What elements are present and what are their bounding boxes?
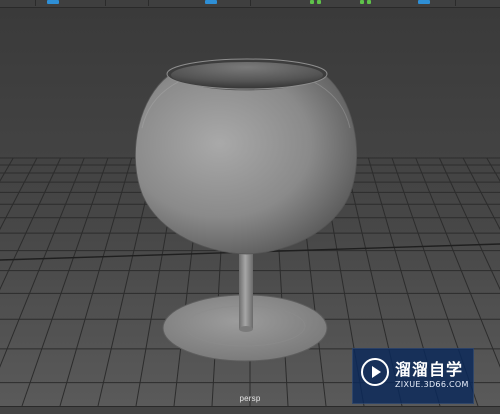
watermark-badge: 溜溜自学 ZIXUE.3D66.COM — [352, 348, 474, 404]
watermark-url: ZIXUE.3D66.COM — [395, 380, 469, 389]
toolbar-separator — [455, 0, 456, 6]
maya-app-window: persp 溜溜自学 ZIXUE.3D66.COM — [0, 0, 500, 414]
shelf-tool-icon[interactable] — [418, 0, 430, 4]
shelf-toolbar-strip — [0, 0, 500, 8]
perspective-viewport[interactable] — [0, 8, 500, 406]
viewport-bottom-bar — [0, 406, 500, 414]
shelf-tool-icon[interactable] — [205, 0, 217, 4]
glass-bowl[interactable] — [134, 75, 358, 255]
status-ok-icon — [310, 0, 314, 4]
play-circle-icon — [361, 358, 389, 386]
status-ok-icon — [360, 0, 364, 4]
toolbar-separator — [250, 0, 251, 6]
status-ok-icon — [367, 0, 371, 4]
toolbar-separator — [148, 0, 149, 6]
shelf-tool-icon[interactable] — [47, 0, 59, 4]
toolbar-separator — [35, 0, 36, 6]
viewport-canvas[interactable] — [0, 8, 500, 406]
toolbar-separator — [105, 0, 106, 6]
status-ok-icon — [317, 0, 321, 4]
glass-interior — [171, 62, 323, 88]
watermark-brand: 溜溜自学 — [395, 360, 464, 379]
glass-stem-joint — [239, 326, 253, 332]
